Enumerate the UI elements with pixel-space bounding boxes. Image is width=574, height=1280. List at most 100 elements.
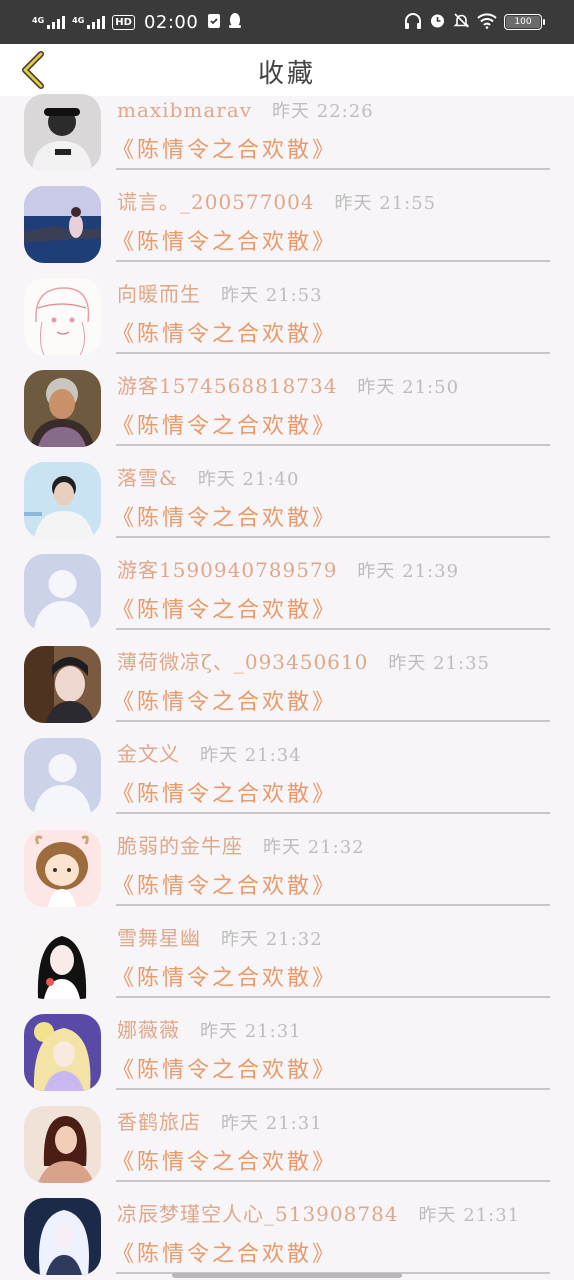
song-title[interactable]: 《陈情令之合欢散》 bbox=[112, 316, 337, 348]
avatar-image bbox=[24, 370, 101, 447]
battery-level: 100 bbox=[514, 17, 532, 27]
avatar-image bbox=[24, 554, 101, 631]
avatar[interactable] bbox=[24, 94, 101, 171]
divider bbox=[116, 444, 550, 446]
divider bbox=[116, 904, 550, 906]
song-title[interactable]: 《陈情令之合欢散》 bbox=[112, 868, 337, 900]
item-header: 雪舞星幽 昨天 21:32 bbox=[117, 925, 323, 953]
user-name[interactable]: 香鹤旅店 bbox=[117, 1110, 201, 1134]
network-type-label: 4G bbox=[72, 15, 85, 25]
song-title[interactable]: 《陈情令之合欢散》 bbox=[112, 592, 337, 624]
timestamp: 昨天 21:40 bbox=[197, 469, 300, 490]
avatar-image bbox=[24, 1014, 101, 1091]
user-name[interactable]: 娜薇薇 bbox=[117, 1018, 180, 1042]
avatar-image bbox=[24, 186, 101, 263]
timestamp: 昨天 21:32 bbox=[263, 837, 365, 858]
avatar-image bbox=[24, 94, 101, 171]
list-item[interactable]: 向暖而生 昨天 21:53 《陈情令之合欢散》 bbox=[0, 278, 574, 370]
song-title[interactable]: 《陈情令之合欢散》 bbox=[112, 960, 337, 992]
headphones-icon bbox=[404, 12, 422, 32]
song-title[interactable]: 《陈情令之合欢散》 bbox=[112, 1144, 337, 1176]
item-header: maxibmarav 昨天 22:26 bbox=[117, 97, 374, 125]
song-title[interactable]: 《陈情令之合欢散》 bbox=[112, 408, 337, 440]
avatar-image bbox=[24, 278, 101, 355]
avatar[interactable] bbox=[24, 278, 101, 355]
item-header: 游客1590940789579 昨天 21:39 bbox=[117, 557, 459, 585]
item-header: 谎言。_200577004 昨天 21:55 bbox=[117, 189, 436, 217]
list-item[interactable]: 落雪& 昨天 21:40 《陈情令之合欢散》 bbox=[0, 462, 574, 554]
list-item[interactable]: 游客1590940789579 昨天 21:39 《陈情令之合欢散》 bbox=[0, 554, 574, 646]
avatar[interactable] bbox=[24, 738, 101, 815]
list-item[interactable]: 脆弱的金牛座 昨天 21:32 《陈情令之合欢散》 bbox=[0, 830, 574, 922]
list-item[interactable]: 游客1574568818734 昨天 21:50 《陈情令之合欢散》 bbox=[0, 370, 574, 462]
alarm-icon bbox=[429, 12, 446, 32]
wifi-icon bbox=[477, 12, 497, 32]
avatar[interactable] bbox=[24, 186, 101, 263]
timestamp: 昨天 21:31 bbox=[200, 1021, 302, 1042]
song-title[interactable]: 《陈情令之合欢散》 bbox=[112, 500, 337, 532]
user-name[interactable]: 薄荷微凉ζ、_093450610 bbox=[117, 650, 368, 674]
avatar-image bbox=[24, 738, 101, 815]
song-title[interactable]: 《陈情令之合欢散》 bbox=[112, 776, 337, 808]
avatar[interactable] bbox=[24, 830, 101, 907]
item-header: 脆弱的金牛座 昨天 21:32 bbox=[117, 833, 365, 861]
item-header: 凉辰梦瑾空人心_513908784 昨天 21:31 bbox=[117, 1201, 520, 1229]
song-title[interactable]: 《陈情令之合欢散》 bbox=[112, 684, 337, 716]
list-item[interactable]: 香鹤旅店 昨天 21:31 《陈情令之合欢散》 bbox=[0, 1106, 574, 1198]
item-header: 游客1574568818734 昨天 21:50 bbox=[117, 373, 459, 401]
signal-icon: 4G bbox=[72, 15, 106, 29]
qq-icon bbox=[228, 12, 242, 32]
list-item[interactable]: 凉辰梦瑾空人心_513908784 昨天 21:31 《陈情令之合欢散》 bbox=[0, 1198, 574, 1280]
avatar[interactable] bbox=[24, 1198, 101, 1275]
item-header: 娜薇薇 昨天 21:31 bbox=[117, 1017, 302, 1045]
item-header: 落雪& 昨天 21:40 bbox=[117, 465, 299, 493]
divider bbox=[116, 996, 550, 998]
list-item[interactable]: 谎言。_200577004 昨天 21:55 《陈情令之合欢散》 bbox=[0, 186, 574, 278]
timestamp: 昨天 21:55 bbox=[334, 193, 437, 214]
divider bbox=[116, 720, 550, 722]
clipboard-icon bbox=[207, 12, 221, 32]
user-name[interactable]: 谎言。_200577004 bbox=[117, 190, 315, 214]
item-header: 金文义 昨天 21:34 bbox=[117, 741, 302, 769]
signal-icon: 4G bbox=[32, 15, 66, 29]
divider bbox=[116, 260, 550, 262]
user-name[interactable]: maxibmarav bbox=[117, 98, 252, 122]
divider bbox=[116, 168, 550, 170]
favorites-list: maxibmarav 昨天 22:26 《陈情令之合欢散》 谎言。_2005770… bbox=[0, 94, 574, 1280]
song-title[interactable]: 《陈情令之合欢散》 bbox=[112, 1236, 337, 1268]
avatar[interactable] bbox=[24, 1014, 101, 1091]
avatar[interactable] bbox=[24, 922, 101, 999]
status-bar: 4G 4G HD 02:00 100 bbox=[0, 0, 574, 44]
user-name[interactable]: 金文义 bbox=[117, 742, 180, 766]
timestamp: 昨天 22:26 bbox=[272, 101, 374, 122]
user-name[interactable]: 落雪& bbox=[117, 466, 178, 490]
avatar[interactable] bbox=[24, 1106, 101, 1183]
list-item[interactable]: 薄荷微凉ζ、_093450610 昨天 21:35 《陈情令之合欢散》 bbox=[0, 646, 574, 738]
user-name[interactable]: 凉辰梦瑾空人心_513908784 bbox=[117, 1202, 399, 1226]
list-item[interactable]: maxibmarav 昨天 22:26 《陈情令之合欢散》 bbox=[0, 94, 574, 186]
timestamp: 昨天 21:35 bbox=[388, 653, 490, 674]
user-name[interactable]: 雪舞星幽 bbox=[117, 926, 201, 950]
list-item[interactable]: 娜薇薇 昨天 21:31 《陈情令之合欢散》 bbox=[0, 1014, 574, 1106]
avatar[interactable] bbox=[24, 370, 101, 447]
divider bbox=[116, 352, 550, 354]
avatar[interactable] bbox=[24, 646, 101, 723]
song-title[interactable]: 《陈情令之合欢散》 bbox=[112, 132, 337, 164]
user-name[interactable]: 游客1574568818734 bbox=[117, 374, 337, 398]
user-name[interactable]: 向暖而生 bbox=[117, 282, 201, 306]
avatar[interactable] bbox=[24, 462, 101, 539]
divider bbox=[116, 536, 550, 538]
list-item[interactable]: 金文义 昨天 21:34 《陈情令之合欢散》 bbox=[0, 738, 574, 830]
clock: 02:00 bbox=[143, 11, 199, 33]
user-name[interactable]: 游客1590940789579 bbox=[117, 558, 337, 582]
mute-bell-icon bbox=[453, 12, 470, 32]
avatar[interactable] bbox=[24, 554, 101, 631]
list-item[interactable]: 雪舞星幽 昨天 21:32 《陈情令之合欢散》 bbox=[0, 922, 574, 1014]
timestamp: 昨天 21:53 bbox=[221, 285, 323, 306]
home-indicator[interactable] bbox=[172, 1273, 402, 1278]
timestamp: 昨天 21:31 bbox=[418, 1205, 521, 1226]
song-title[interactable]: 《陈情令之合欢散》 bbox=[112, 1052, 337, 1084]
song-title[interactable]: 《陈情令之合欢散》 bbox=[112, 224, 337, 256]
avatar-image bbox=[24, 830, 101, 907]
user-name[interactable]: 脆弱的金牛座 bbox=[117, 834, 243, 858]
